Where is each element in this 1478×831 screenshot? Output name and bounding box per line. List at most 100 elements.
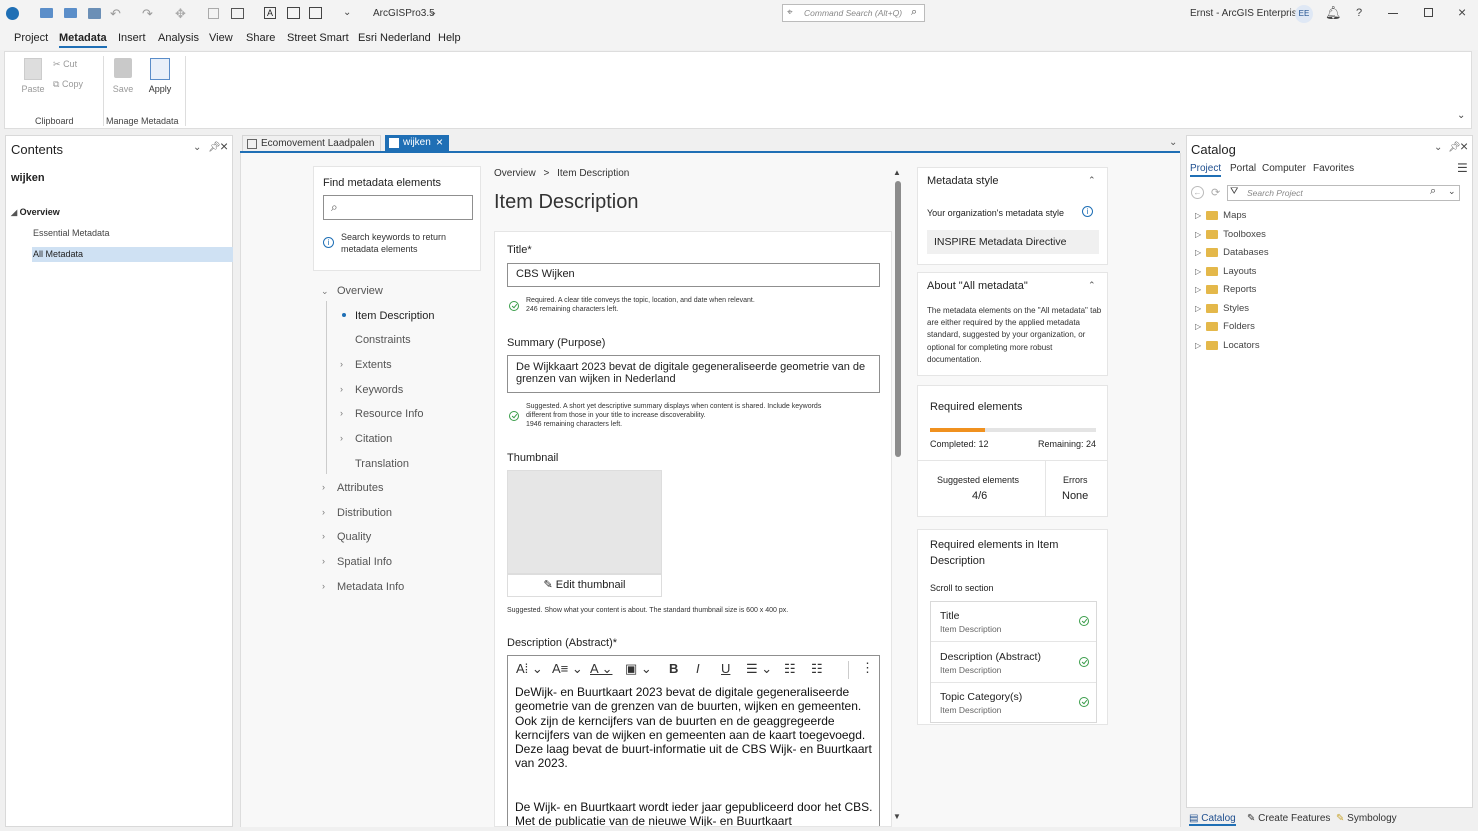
- customize-qat-icon[interactable]: ⌄: [343, 7, 351, 18]
- catalog-item-reports[interactable]: ▷ Reports: [1195, 284, 1256, 295]
- catalog-item-folders[interactable]: ▷ Folders: [1195, 321, 1255, 332]
- all-metadata-item[interactable]: All Metadata: [32, 247, 233, 262]
- layout-icon[interactable]: [287, 7, 300, 19]
- nav-spatial-info[interactable]: Spatial Info: [337, 556, 392, 568]
- pin-icon[interactable]: 📌︎: [208, 142, 221, 153]
- command-search-box[interactable]: ⌖ Command Search (Alt+Q) ⌕: [782, 4, 925, 22]
- nav-constraints[interactable]: Constraints: [355, 334, 411, 346]
- text-style-icon[interactable]: A≡ ⌄: [552, 661, 583, 677]
- catalog-tab-favorites[interactable]: Favorites: [1313, 163, 1354, 174]
- find-metadata-input[interactable]: ⌕: [323, 195, 473, 220]
- required-item[interactable]: Description (Abstract) Item Description: [931, 643, 1096, 683]
- select-icon[interactable]: [208, 8, 219, 19]
- catalog-tab-project[interactable]: Project: [1190, 163, 1222, 177]
- cut-button[interactable]: ✂ Cut: [53, 59, 77, 70]
- underline-icon[interactable]: U: [721, 661, 730, 676]
- collapse-ribbon-icon[interactable]: ⌄: [1457, 110, 1465, 121]
- catalog-tab-computer[interactable]: Computer: [1262, 163, 1306, 174]
- undo-icon[interactable]: ↶: [110, 6, 121, 22]
- chevron-up-icon[interactable]: ⌃: [1088, 175, 1096, 186]
- tab-help[interactable]: Help: [438, 32, 461, 44]
- catalog-search-box[interactable]: ⛛ Search Project ⌕ ⌄: [1227, 185, 1460, 201]
- hamburger-menu-icon[interactable]: ☰: [1457, 161, 1468, 175]
- essential-metadata-item[interactable]: Essential Metadata: [33, 228, 110, 238]
- required-item[interactable]: Title Item Description: [931, 602, 1096, 642]
- catalog-item-styles[interactable]: ▷ Styles: [1195, 303, 1249, 314]
- pane-options-icon[interactable]: ⌄: [1434, 142, 1442, 153]
- catalog-item-databases[interactable]: ▷ Databases: [1195, 247, 1269, 258]
- redo-icon[interactable]: ↷: [142, 6, 153, 22]
- user-portal-label[interactable]: Ernst - ArcGIS Enterprise: [1190, 8, 1302, 19]
- pane-options-icon[interactable]: ⌄: [193, 142, 201, 153]
- numbered-list-icon[interactable]: ☷: [784, 661, 796, 677]
- help-icon[interactable]: ?: [1356, 7, 1362, 19]
- nav-quality[interactable]: Quality: [337, 531, 371, 543]
- close-icon[interactable]: ×: [1460, 138, 1468, 154]
- bottom-tab-symbology[interactable]: ✎ Symbology: [1336, 813, 1397, 824]
- restore-icon[interactable]: [1424, 8, 1433, 17]
- font-color-icon[interactable]: A ⌄: [590, 661, 612, 677]
- user-avatar[interactable]: EE: [1295, 5, 1313, 23]
- save-button[interactable]: Save: [110, 58, 136, 94]
- minimize-icon[interactable]: [1388, 13, 1398, 14]
- table-icon[interactable]: [309, 7, 322, 19]
- overview-node[interactable]: ◢ Overview: [11, 207, 60, 217]
- bullet-list-icon[interactable]: ☷: [811, 661, 823, 677]
- nav-translation[interactable]: Translation: [355, 458, 409, 470]
- info-icon[interactable]: i: [1082, 206, 1093, 217]
- italic-icon[interactable]: I: [696, 661, 700, 676]
- tab-view[interactable]: View: [209, 32, 233, 44]
- chevron-down-icon[interactable]: ⌄: [1448, 186, 1456, 197]
- nav-overview[interactable]: Overview: [337, 285, 383, 297]
- bold-icon[interactable]: B: [669, 661, 678, 676]
- nav-attributes[interactable]: Attributes: [337, 482, 383, 494]
- description-text[interactable]: DeWijk- en Buurtkaart 2023 bevat de digi…: [515, 685, 875, 826]
- tab-wijken[interactable]: wijken ×: [385, 135, 449, 152]
- nav-item-description[interactable]: Item Description: [355, 310, 434, 322]
- tab-insert[interactable]: Insert: [118, 32, 146, 44]
- align-icon[interactable]: ☰ ⌄: [746, 661, 772, 677]
- filter-icon[interactable]: ⛛: [1230, 186, 1238, 197]
- title-input[interactable]: CBS Wijken: [507, 263, 880, 287]
- navigate-icon[interactable]: ✥: [175, 6, 186, 22]
- tab-street-smart[interactable]: Street Smart: [287, 32, 349, 44]
- tab-metadata[interactable]: Metadata: [59, 32, 107, 48]
- open-project-icon[interactable]: [40, 8, 53, 18]
- tab-share[interactable]: Share: [246, 32, 275, 44]
- edit-thumbnail-button[interactable]: ✎ Edit thumbnail: [507, 574, 662, 597]
- bottom-tab-catalog[interactable]: ▤ Catalog: [1189, 813, 1236, 826]
- save-project-icon[interactable]: [88, 8, 101, 19]
- nav-citation[interactable]: Citation: [355, 433, 392, 445]
- close-icon[interactable]: ×: [220, 138, 228, 154]
- chevron-up-icon[interactable]: ⌃: [1088, 280, 1096, 291]
- tab-list-icon[interactable]: ⌄: [1169, 137, 1177, 148]
- nav-metadata-info[interactable]: Metadata Info: [337, 581, 404, 593]
- tab-ecomovement[interactable]: Ecomovement Laadpalen: [242, 135, 382, 152]
- apply-button[interactable]: Apply: [145, 58, 175, 94]
- catalog-item-layouts[interactable]: ▷ Layouts: [1195, 266, 1256, 277]
- more-options-icon[interactable]: ⋮: [861, 660, 874, 676]
- pin-icon[interactable]: 📌︎: [1448, 142, 1461, 153]
- clear-selection-icon[interactable]: [231, 8, 244, 19]
- close-tab-icon[interactable]: ×: [436, 135, 443, 149]
- project-name[interactable]: ArcGISPro3.5: [373, 8, 435, 19]
- breadcrumb-root[interactable]: Overview: [494, 168, 536, 179]
- scroll-up-icon[interactable]: ▲: [893, 168, 901, 177]
- copy-button[interactable]: ⧉ Copy: [53, 79, 83, 90]
- required-item[interactable]: Topic Category(s) Item Description: [931, 684, 1096, 723]
- open-folder-icon[interactable]: [64, 8, 77, 18]
- tab-esri-nederland[interactable]: Esri Nederland: [358, 32, 431, 44]
- scrollbar-thumb[interactable]: [895, 181, 901, 457]
- text-icon[interactable]: A: [264, 7, 276, 19]
- summary-textarea[interactable]: De Wijkkaart 2023 bevat de digitale gege…: [507, 355, 880, 393]
- highlight-color-icon[interactable]: ▣ ⌄: [625, 661, 652, 677]
- close-window-icon[interactable]: ×: [1458, 4, 1466, 20]
- nav-keywords[interactable]: Keywords: [355, 384, 403, 396]
- catalog-item-toolboxes[interactable]: ▷ Toolboxes: [1195, 229, 1266, 240]
- catalog-item-locators[interactable]: ▷ Locators: [1195, 340, 1260, 351]
- bell-icon[interactable]: 🔔︎: [1325, 5, 1342, 21]
- scroll-down-icon[interactable]: ▼: [893, 812, 901, 821]
- nav-distribution[interactable]: Distribution: [337, 507, 392, 519]
- font-size-icon[interactable]: A⁞ ⌄: [516, 661, 543, 677]
- back-icon[interactable]: ←: [1191, 186, 1204, 199]
